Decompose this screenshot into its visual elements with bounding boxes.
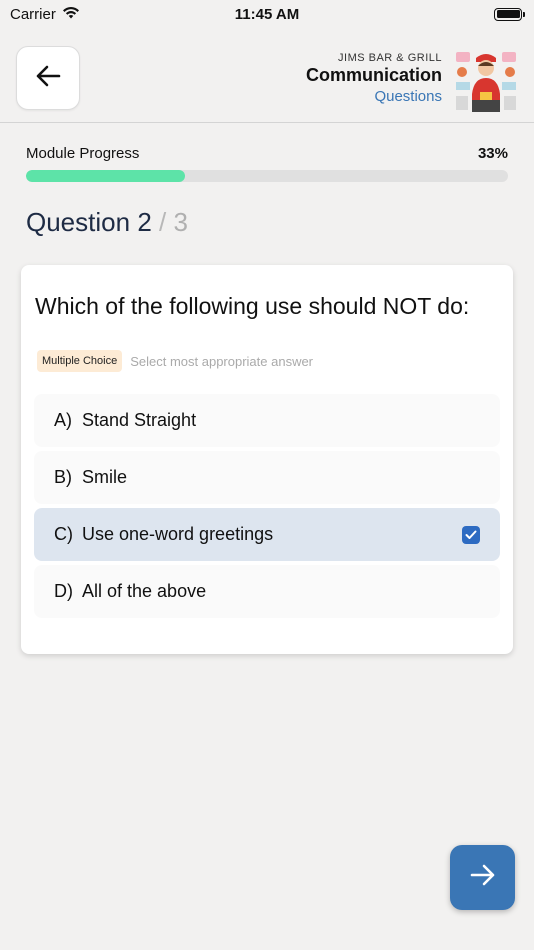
- progress-percent: 33%: [477, 145, 508, 162]
- question-type-row: Multiple Choice Select most appropriate …: [37, 350, 313, 372]
- question-prefix: Question: [26, 207, 131, 237]
- option-letter: A): [54, 410, 72, 430]
- status-time: 11:45 AM: [234, 5, 300, 23]
- answer-option-c[interactable]: C) Use one-word greetings: [34, 508, 500, 561]
- questions-link[interactable]: Questions: [306, 88, 442, 105]
- status-bar: Carrier 11:45 AM: [0, 0, 534, 28]
- option-label: Stand Straight: [82, 410, 197, 430]
- answer-options: A) Stand Straight B) Smile C) Use one-wo…: [34, 394, 500, 622]
- option-letter: B): [54, 467, 72, 487]
- back-button[interactable]: [16, 46, 80, 110]
- option-letter: D): [54, 581, 73, 601]
- wifi-icon: [62, 6, 80, 23]
- arrow-left-icon: [35, 64, 61, 93]
- question-hint: Select most appropriate answer: [130, 353, 314, 369]
- module-title: Communication: [305, 65, 442, 85]
- option-label: Smile: [82, 467, 128, 487]
- arrow-right-icon: [469, 863, 497, 892]
- question-separator: /: [159, 207, 167, 237]
- question-card: Which of the following use should NOT do…: [21, 265, 513, 654]
- checkbox-checked-icon[interactable]: [462, 526, 480, 544]
- module-progress: Module Progress 33%: [26, 145, 508, 182]
- progress-bar-fill: [26, 170, 186, 182]
- header: JIMS BAR & GRILL Communication Questions: [0, 28, 534, 123]
- option-label: Use one-word greetings: [82, 524, 274, 544]
- question-type-badge: Multiple Choice: [37, 350, 123, 372]
- answer-option-b[interactable]: B) Smile: [34, 451, 500, 504]
- question-text: Which of the following use should NOT do…: [35, 293, 470, 319]
- next-button[interactable]: [450, 845, 515, 910]
- option-label: All of the above: [82, 581, 207, 601]
- battery-icon: [494, 7, 525, 21]
- option-letter: C): [54, 524, 73, 544]
- header-text: JIMS BAR & GRILL Communication Questions: [306, 52, 442, 105]
- status-left: Carrier: [10, 6, 80, 23]
- answer-option-a[interactable]: A) Stand Straight: [34, 394, 500, 447]
- progress-bar: [26, 170, 508, 182]
- question-total: 3: [173, 207, 188, 237]
- question-current: 2: [137, 207, 152, 237]
- carrier-label: Carrier: [10, 5, 56, 23]
- progress-label: Module Progress: [26, 145, 140, 162]
- chef-illustration: [454, 48, 518, 112]
- business-name: JIMS BAR & GRILL: [338, 52, 442, 64]
- answer-option-d[interactable]: D) All of the above: [34, 565, 500, 618]
- question-counter: Question 2 / 3: [26, 207, 188, 238]
